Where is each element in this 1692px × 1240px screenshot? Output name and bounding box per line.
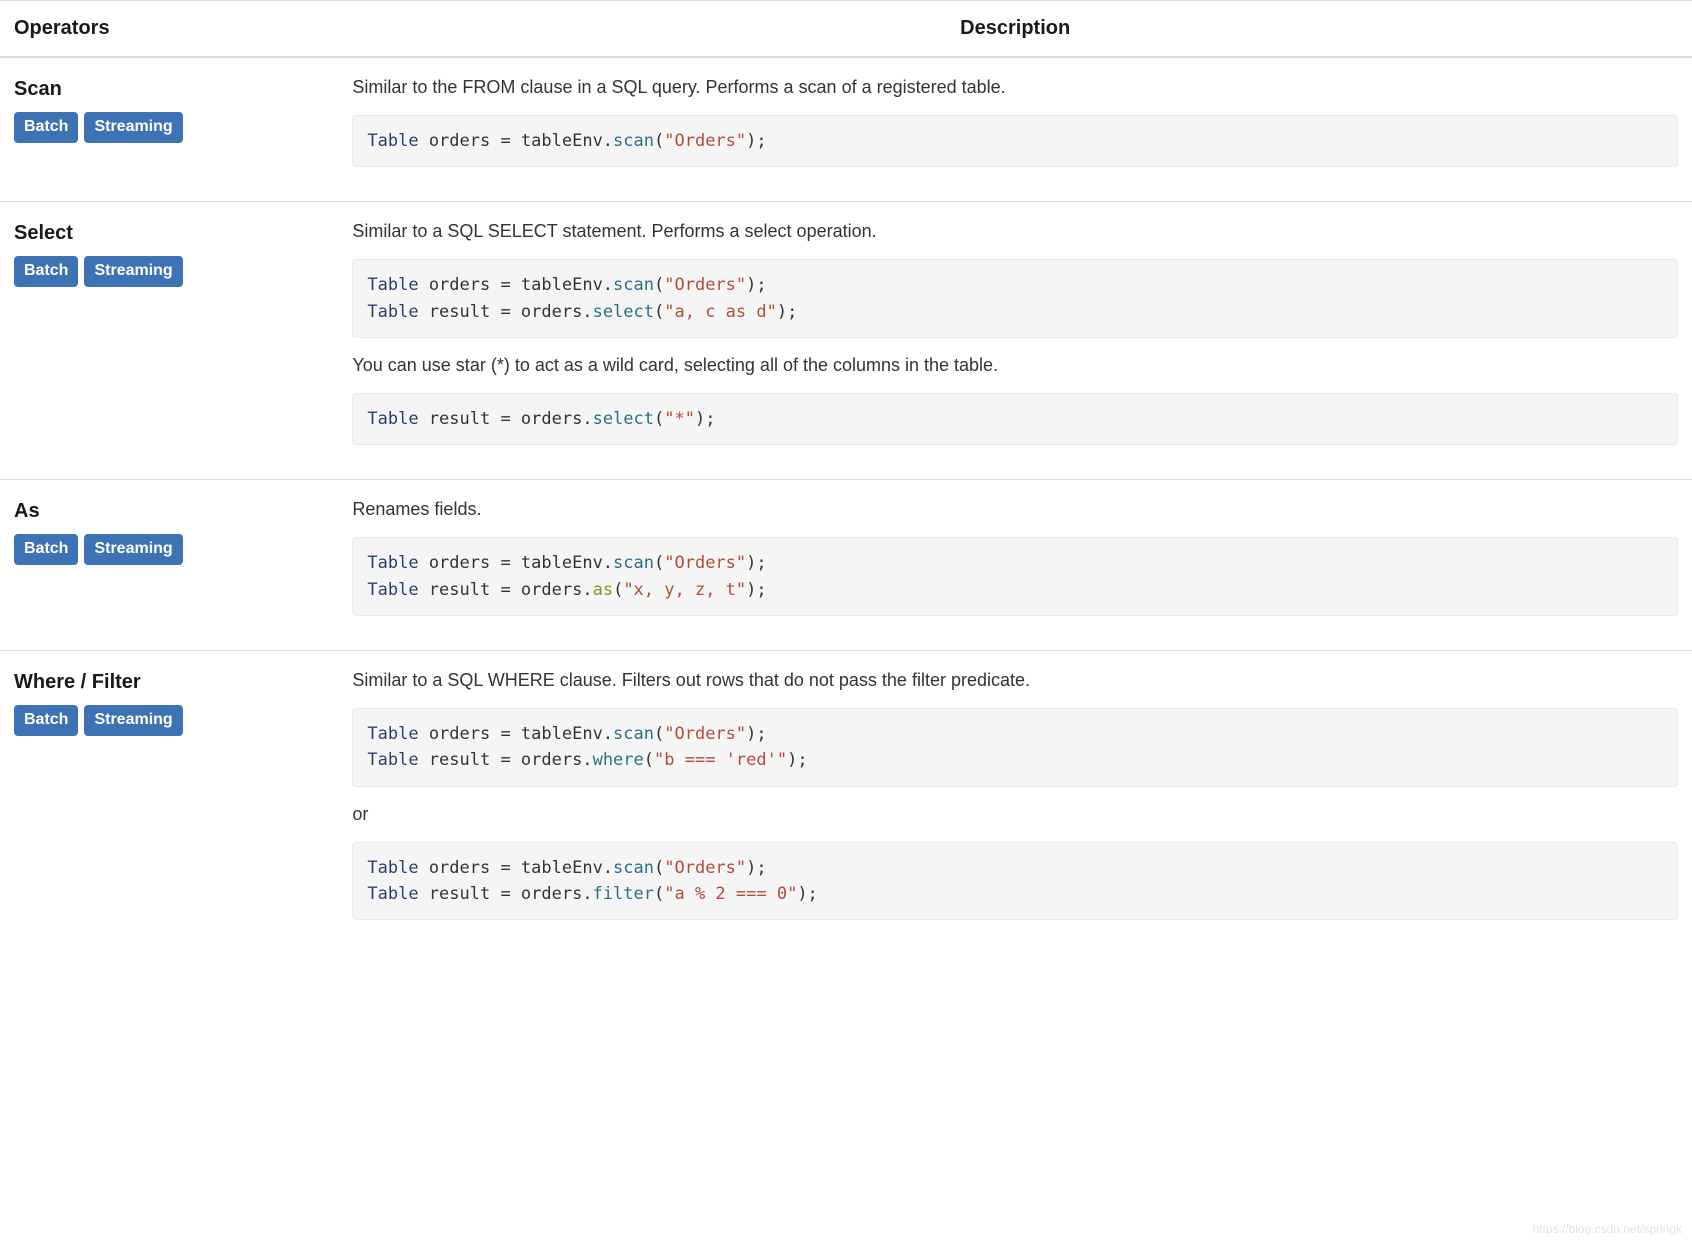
badge-batch: Batch <box>14 112 78 143</box>
code-token: as <box>593 580 613 600</box>
code-token: scan <box>613 553 654 573</box>
operator-name: Select <box>14 218 324 248</box>
code-token: select <box>593 409 654 429</box>
description-text: Similar to a SQL WHERE clause. Filters o… <box>352 667 1678 694</box>
badge-batch: Batch <box>14 256 78 287</box>
badge-streaming: Streaming <box>84 256 182 287</box>
code-block: Table result = orders.select("*"); <box>352 393 1678 445</box>
operator-cell: Select BatchStreaming <box>0 202 338 480</box>
description-note: or <box>352 801 1678 828</box>
code-token: scan <box>613 131 654 151</box>
badges: BatchStreaming <box>14 256 324 287</box>
badges: BatchStreaming <box>14 112 324 143</box>
code-token: "a % 2 === 0" <box>664 884 797 904</box>
code-token: Table <box>367 858 418 878</box>
code-token: scan <box>613 724 654 744</box>
code-token: Table <box>367 275 418 295</box>
code-token: "*" <box>664 409 695 429</box>
code-token: where <box>593 750 644 770</box>
code-token: "Orders" <box>664 275 746 295</box>
description-text: Similar to a SQL SELECT statement. Perfo… <box>352 218 1678 245</box>
code-token: "Orders" <box>664 858 746 878</box>
header-operators: Operators <box>0 1 338 58</box>
code-token: "Orders" <box>664 724 746 744</box>
operator-cell: Scan BatchStreaming <box>0 57 338 202</box>
table-row: Select BatchStreaming Similar to a SQL SEL… <box>0 202 1692 480</box>
badge-streaming: Streaming <box>84 534 182 565</box>
code-token: Table <box>367 553 418 573</box>
code-token: "a, c as d" <box>664 302 777 322</box>
code-token: scan <box>613 858 654 878</box>
code-token: Table <box>367 302 418 322</box>
table-row: Where / Filter BatchStreaming Similar to a… <box>0 651 1692 955</box>
code-token: "Orders" <box>664 553 746 573</box>
badges: BatchStreaming <box>14 705 324 736</box>
table-row: Scan BatchStreaming Similar to the FROM cl… <box>0 57 1692 202</box>
operator-name: Scan <box>14 74 324 104</box>
code-token: filter <box>593 884 654 904</box>
code-token: Table <box>367 580 418 600</box>
operators-table: Operators Description ScanBatchStreaming… <box>0 0 1692 954</box>
code-token: Table <box>367 724 418 744</box>
code-token: select <box>593 302 654 322</box>
description-text: Renames fields. <box>352 496 1678 523</box>
code-block: Table orders = tableEnv.scan("Orders"); … <box>352 708 1678 787</box>
description-cell: Similar to the FROM clause in a SQL quer… <box>338 57 1692 202</box>
code-block: Table orders = tableEnv.scan("Orders"); … <box>352 259 1678 338</box>
description-note: You can use star (*) to act as a wild ca… <box>352 352 1678 379</box>
watermark: https://blog.csdn.net/springk <box>1533 1222 1682 1236</box>
code-block: Table orders = tableEnv.scan("Orders"); … <box>352 537 1678 616</box>
description-cell: Similar to a SQL WHERE clause. Filters o… <box>338 651 1692 955</box>
code-token: Table <box>367 884 418 904</box>
code-block: Table orders = tableEnv.scan("Orders"); … <box>352 842 1678 921</box>
table-row: As BatchStreaming Renames fields. Table ord… <box>0 480 1692 651</box>
badges: BatchStreaming <box>14 534 324 565</box>
badge-batch: Batch <box>14 705 78 736</box>
code-token: Table <box>367 750 418 770</box>
description-text: Similar to the FROM clause in a SQL quer… <box>352 74 1678 101</box>
operator-name: As <box>14 496 324 526</box>
code-block: Table orders = tableEnv.scan("Orders"); <box>352 115 1678 167</box>
table-header-row: Operators Description <box>0 1 1692 58</box>
code-token: scan <box>613 275 654 295</box>
operator-cell: As BatchStreaming <box>0 480 338 651</box>
code-token: "Orders" <box>664 131 746 151</box>
operator-name: Where / Filter <box>14 667 324 697</box>
code-token: Table <box>367 131 418 151</box>
description-cell: Renames fields. Table orders = tableEnv.s… <box>338 480 1692 651</box>
operator-cell: Where / Filter BatchStreaming <box>0 651 338 955</box>
code-token: Table <box>367 409 418 429</box>
code-token: "x, y, z, t" <box>623 580 746 600</box>
badge-batch: Batch <box>14 534 78 565</box>
description-cell: Similar to a SQL SELECT statement. Perfo… <box>338 202 1692 480</box>
badge-streaming: Streaming <box>84 112 182 143</box>
code-token: "b === 'red'" <box>654 750 787 770</box>
badge-streaming: Streaming <box>84 705 182 736</box>
header-description: Description <box>338 1 1692 58</box>
